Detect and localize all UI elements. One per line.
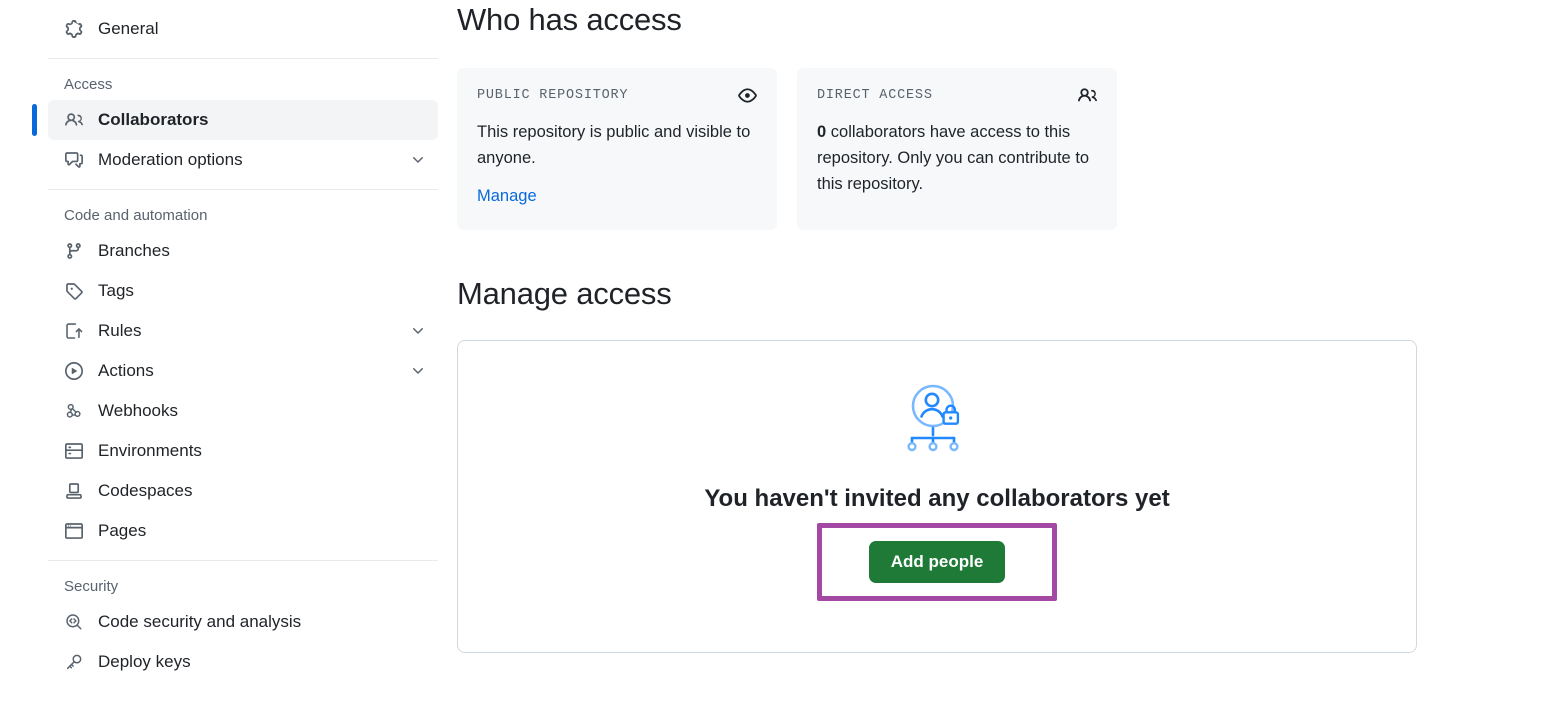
sidebar-item-webhooks[interactable]: Webhooks bbox=[48, 391, 438, 431]
sidebar-item-deploy-keys[interactable]: Deploy keys bbox=[48, 642, 438, 682]
sidebar-item-label: Webhooks bbox=[98, 401, 179, 420]
server-icon bbox=[64, 441, 84, 461]
public-repository-card: PUBLIC REPOSITORY This repository is pub… bbox=[457, 68, 777, 230]
sidebar-item-label: Rules bbox=[98, 321, 142, 340]
webhook-icon bbox=[64, 401, 84, 421]
sidebar-item-label: Moderation options bbox=[98, 150, 243, 169]
card-body-text: collaborators have access to this reposi… bbox=[817, 123, 1090, 193]
direct-access-card: DIRECT ACCESS 0 collaborators have acces… bbox=[797, 68, 1117, 230]
sidebar-item-branches[interactable]: Branches bbox=[48, 231, 438, 271]
sidebar-item-moderation-options[interactable]: Moderation options bbox=[48, 140, 438, 180]
card-body: 0 collaborators have access to this repo… bbox=[817, 119, 1097, 197]
sidebar-item-actions[interactable]: Actions bbox=[48, 351, 438, 391]
manage-link[interactable]: Manage bbox=[477, 183, 537, 209]
sidebar-divider bbox=[48, 560, 438, 561]
sidebar-item-pages[interactable]: Pages bbox=[48, 511, 438, 551]
gear-icon bbox=[64, 19, 84, 39]
sidebar-item-label: Codespaces bbox=[98, 481, 193, 500]
sidebar-item-tags[interactable]: Tags bbox=[48, 271, 438, 311]
key-icon bbox=[64, 652, 84, 672]
empty-state-title: You haven't invited any collaborators ye… bbox=[704, 485, 1170, 512]
people-icon bbox=[1078, 86, 1097, 105]
browser-icon bbox=[64, 521, 84, 541]
settings-page: General Access Collaborators Moderation … bbox=[0, 0, 1567, 717]
card-header: DIRECT ACCESS bbox=[817, 86, 1097, 105]
sidebar-item-label: Collaborators bbox=[98, 110, 209, 129]
eye-icon bbox=[738, 86, 757, 105]
sidebar-item-label: Deploy keys bbox=[98, 652, 191, 671]
play-icon bbox=[64, 361, 84, 381]
card-title: DIRECT ACCESS bbox=[817, 88, 933, 103]
sidebar-item-label: Pages bbox=[98, 521, 147, 540]
collaborator-count: 0 bbox=[817, 123, 827, 141]
who-has-access-heading: Who has access bbox=[457, 2, 682, 37]
people-icon bbox=[64, 110, 84, 130]
sidebar-item-label: Actions bbox=[98, 361, 154, 380]
sidebar-section-title-access: Access bbox=[64, 75, 113, 93]
sidebar-item-rules[interactable]: Rules bbox=[48, 311, 438, 351]
sidebar-divider bbox=[48, 189, 438, 190]
card-title: PUBLIC REPOSITORY bbox=[477, 88, 629, 103]
codescan-icon bbox=[64, 612, 84, 632]
chevron-down-icon[interactable] bbox=[410, 363, 426, 379]
sidebar-item-codespaces[interactable]: Codespaces bbox=[48, 471, 438, 511]
sidebar-item-collaborators[interactable]: Collaborators bbox=[32, 100, 438, 140]
sidebar-item-label: Branches bbox=[98, 241, 170, 260]
codespaces-icon bbox=[64, 481, 84, 501]
sidebar-item-general[interactable]: General bbox=[48, 9, 438, 49]
sidebar-item-label: General bbox=[98, 19, 159, 38]
chevron-down-icon[interactable] bbox=[410, 323, 426, 339]
chevron-down-icon[interactable] bbox=[410, 152, 426, 168]
person-lock-hierarchy-illustration bbox=[894, 381, 980, 457]
sidebar-item-label: Code security and analysis bbox=[98, 612, 302, 631]
sidebar-item-environments[interactable]: Environments bbox=[48, 431, 438, 471]
card-body: This repository is public and visible to… bbox=[477, 123, 751, 167]
git-branch-icon bbox=[64, 241, 84, 261]
sidebar-item-label: Environments bbox=[98, 441, 202, 460]
tag-icon bbox=[64, 281, 84, 301]
sidebar-section-title-security: Security bbox=[64, 577, 119, 595]
manage-access-heading: Manage access bbox=[457, 276, 672, 311]
comment-discussion-icon bbox=[64, 150, 84, 170]
main-content: Who has access PUBLIC REPOSITORY This re… bbox=[457, 0, 1567, 717]
card-header: PUBLIC REPOSITORY bbox=[477, 86, 757, 105]
sidebar-item-label: Tags bbox=[98, 281, 134, 300]
rules-icon bbox=[64, 321, 84, 341]
sidebar-section-title-code-and-automation: Code and automation bbox=[64, 206, 208, 224]
add-people-button[interactable]: Add people bbox=[868, 541, 1006, 583]
sidebar-item-code-security-and-analysis[interactable]: Code security and analysis bbox=[48, 602, 438, 642]
sidebar-divider bbox=[48, 58, 438, 59]
access-summary-cards: PUBLIC REPOSITORY This repository is pub… bbox=[457, 68, 1567, 230]
collaborators-empty-state: You haven't invited any collaborators ye… bbox=[457, 340, 1417, 653]
settings-sidebar: General Access Collaborators Moderation … bbox=[32, 0, 438, 717]
add-people-annotation-wrapper: Add people bbox=[816, 523, 1058, 601]
